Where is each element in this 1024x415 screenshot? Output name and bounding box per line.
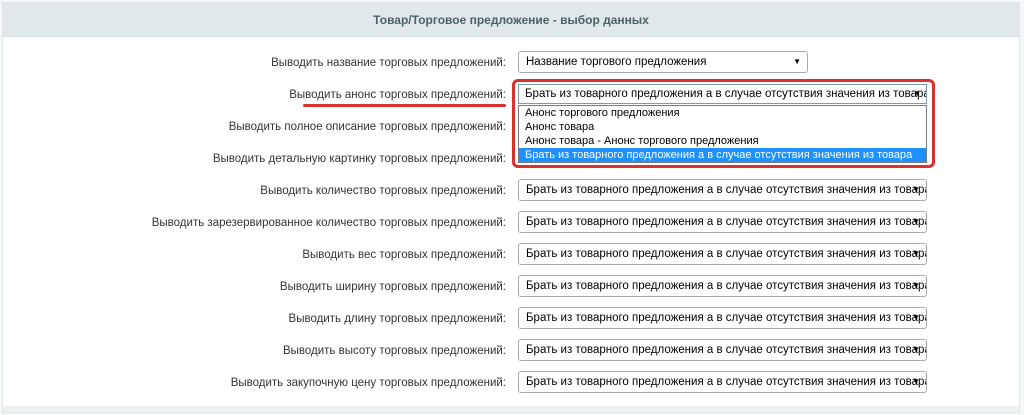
dropdown-option[interactable]: Анонс товара - Анонс торгового предложен… (519, 134, 926, 148)
panel-footer-strip (3, 406, 1019, 412)
label-offer-height: Выводить высоту торговых предложений: (282, 345, 506, 357)
select-offer-length[interactable]: Брать из товарного предложения а в случа… (518, 307, 927, 329)
select-offer-width-value: Брать из товарного предложения а в случа… (526, 280, 927, 292)
label-offer-description: Выводить полное описание торговых предло… (228, 121, 506, 133)
dropdown-option[interactable]: Анонс торгового предложения (519, 106, 926, 120)
caret-down-icon: ▼ (912, 281, 920, 290)
caret-down-icon: ▼ (912, 377, 920, 386)
select-offer-quantity-value: Брать из товарного предложения а в случа… (526, 184, 927, 196)
select-offer-height-value: Брать из товарного предложения а в случа… (526, 344, 927, 356)
select-offer-weight-value: Брать из товарного предложения а в случа… (526, 248, 927, 260)
label-offer-picture: Выводить детальную картинку торговых пре… (212, 153, 506, 165)
caret-down-icon: ▼ (912, 249, 920, 258)
settings-panel: Товар/Торговое предложение - выбор данны… (2, 2, 1020, 413)
label-offer-weight: Выводить вес торговых предложений: (302, 249, 506, 261)
caret-down-icon: ▼ (912, 185, 920, 194)
select-offer-purchase-price-value: Брать из товарного предложения а в случа… (526, 376, 927, 388)
select-offer-reserved-value: Брать из товарного предложения а в случа… (526, 216, 927, 228)
panel-title: Товар/Торговое предложение - выбор данны… (3, 3, 1019, 37)
caret-down-icon: ▼ (912, 217, 920, 226)
select-offer-width[interactable]: Брать из товарного предложения а в случа… (518, 275, 927, 297)
dropdown-option-selected[interactable]: Брать из товарного предложения а в случа… (519, 148, 926, 162)
select-offer-name[interactable]: Название торгового предложения ▼ (518, 51, 808, 73)
select-offer-preview-value: Брать из товарного предложения а в случа… (525, 88, 927, 100)
select-offer-preview[interactable]: Брать из товарного предложения а в случа… (518, 84, 927, 104)
select-offer-length-value: Брать из товарного предложения а в случа… (526, 312, 927, 324)
select-offer-quantity[interactable]: Брать из товарного предложения а в случа… (518, 179, 927, 201)
dropdown-option[interactable]: Анонс товара (519, 120, 926, 134)
select-offer-reserved[interactable]: Брать из товарного предложения а в случа… (518, 211, 927, 233)
label-offer-length: Выводить длину торговых предложений: (288, 313, 506, 325)
offer-preview-dropdown-list: Анонс торгового предложения Анонс товара… (518, 105, 927, 163)
caret-down-icon: ▼ (793, 57, 801, 66)
select-offer-purchase-price[interactable]: Брать из товарного предложения а в случа… (518, 371, 927, 393)
caret-down-icon: ▼ (913, 89, 921, 98)
caret-down-icon: ▼ (912, 313, 920, 322)
label-offer-reserved: Выводить зарезервированное количество то… (151, 217, 506, 229)
select-offer-name-value: Название торгового предложения (526, 56, 707, 68)
label-offer-quantity: Выводить количество торговых предложений… (260, 185, 506, 197)
caret-down-icon: ▼ (912, 345, 920, 354)
select-offer-height[interactable]: Брать из товарного предложения а в случа… (518, 339, 927, 361)
label-offer-name: Выводить название торговых предложений: (271, 57, 506, 69)
label-offer-purchase-price: Выводить закупочную цену торговых предло… (230, 377, 506, 389)
select-offer-weight[interactable]: Брать из товарного предложения а в случа… (518, 243, 927, 265)
annotation-underline (303, 104, 506, 107)
label-offer-preview: Выводить анонс торговых предложений: (289, 89, 506, 101)
label-offer-width: Выводить ширину торговых предложений: (279, 281, 506, 293)
